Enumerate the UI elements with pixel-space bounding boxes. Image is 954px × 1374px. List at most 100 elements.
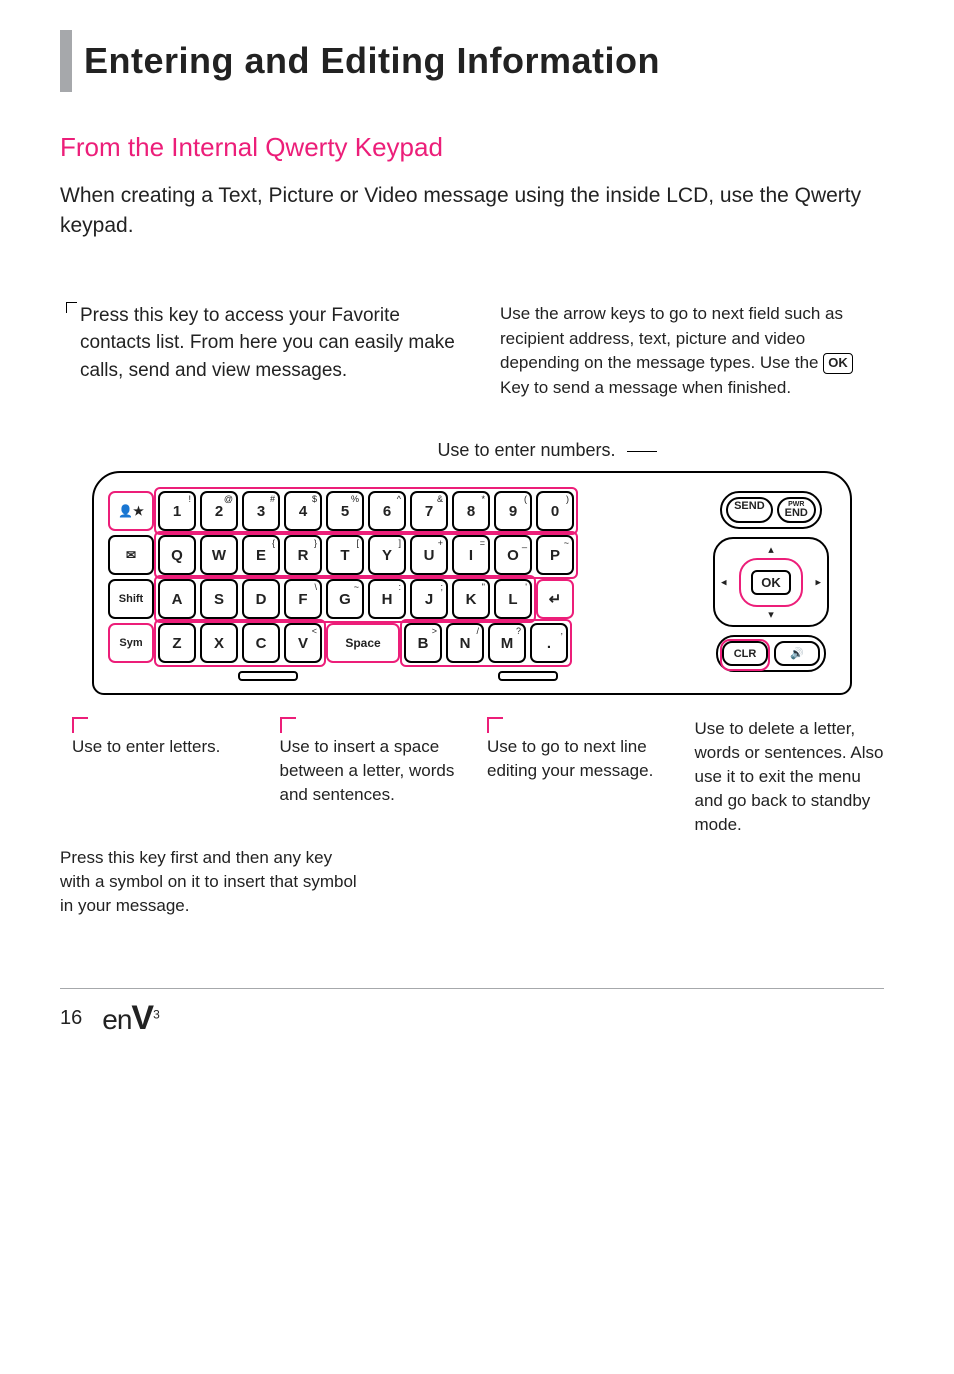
key-symbol: ! <box>188 494 191 504</box>
enter-icon: ↵ <box>549 590 562 608</box>
letter-key-f: F\ <box>284 579 322 619</box>
key-symbol: % <box>351 494 359 504</box>
key-symbol: ( <box>524 494 527 504</box>
page-title: Entering and Editing Information <box>84 40 660 82</box>
key-symbol: ) <box>566 494 569 504</box>
letter-key-n: N/ <box>446 623 484 663</box>
letter-key-h: H: <box>368 579 406 619</box>
arrow-down-icon: ▾ <box>768 608 774 621</box>
keyboard-diagram: 👤★ 1!2@3#4$5%6^7&8*9(0) ✉ QWE{R}T[Y]U+I=… <box>92 471 852 695</box>
shift-key: Shift <box>108 579 154 619</box>
number-key-1: 1! <box>158 491 196 531</box>
key-symbol: = <box>480 538 485 548</box>
page-footer: 16 enV3 <box>60 988 884 1038</box>
favorites-key: 👤★ <box>108 491 154 531</box>
letter-key-v: V< <box>284 623 322 663</box>
clr-callout: Use to delete a letter, words or sentenc… <box>695 719 884 833</box>
person-star-icon: 👤★ <box>118 504 144 518</box>
clr-speaker-cluster: CLR 🔊 <box>716 635 826 672</box>
letter-key-e: E{ <box>242 535 280 575</box>
speaker-icon: 🔊 <box>790 647 804 660</box>
send-end-cluster: SEND PWR END <box>720 491 822 529</box>
letter-key-k: K" <box>452 579 490 619</box>
key-symbol: + <box>438 538 443 548</box>
letter-key-.: ., <box>530 623 568 663</box>
arrows-callout-pre: Use the arrow keys to go to next field s… <box>500 304 843 372</box>
section-subheading: From the Internal Qwerty Keypad <box>60 132 884 163</box>
space-key: Space <box>326 623 400 663</box>
leader-line-icon <box>627 451 657 452</box>
keyboard-nub <box>238 671 298 681</box>
space-callout: Use to insert a space between a letter, … <box>280 737 455 804</box>
numbers-callout: Use to enter numbers. <box>60 440 884 461</box>
callout-hook-icon <box>66 302 77 313</box>
key-symbol: @ <box>224 494 233 504</box>
letters-callout: Use to enter letters. <box>72 737 220 756</box>
letter-key-q: Q <box>158 535 196 575</box>
key-symbol: , <box>560 626 563 636</box>
letter-key-z: Z <box>158 623 196 663</box>
key-symbol: } <box>314 538 317 548</box>
page-heading-block: Entering and Editing Information <box>60 30 884 92</box>
heading-accent-bar <box>60 30 72 92</box>
key-symbol: ~ <box>564 538 569 548</box>
key-symbol: { <box>272 538 275 548</box>
number-key-9: 9( <box>494 491 532 531</box>
letter-key-a: A <box>158 579 196 619</box>
navigation-pad: OK ▴ ▾ ◂ ▸ <box>713 537 829 627</box>
letter-key-m: M? <box>488 623 526 663</box>
space-label: Space <box>345 636 380 650</box>
logo-suffix: 3 <box>153 1007 159 1021</box>
number-key-4: 4$ <box>284 491 322 531</box>
callout-hook-icon <box>280 717 296 733</box>
letter-key-x: X <box>200 623 238 663</box>
send-key: SEND <box>726 497 773 523</box>
letter-key-b: B> <box>404 623 442 663</box>
letter-key-u: U+ <box>410 535 448 575</box>
letter-key-l: L' <box>494 579 532 619</box>
key-symbol: _ <box>522 538 527 548</box>
letter-key-s: S <box>200 579 238 619</box>
ok-key: OK <box>751 570 791 595</box>
key-symbol: * <box>481 494 485 504</box>
numbers-callout-text: Use to enter numbers. <box>437 440 615 460</box>
key-symbol: ' <box>525 582 527 592</box>
sym-callout: Press this key first and then any key wi… <box>60 846 360 917</box>
key-symbol: ~ <box>354 582 359 592</box>
bottom-callouts-row: Use to enter letters. Use to insert a sp… <box>60 711 884 836</box>
letter-key-r: R} <box>284 535 322 575</box>
key-symbol: > <box>432 626 437 636</box>
letter-key-p: P~ <box>536 535 574 575</box>
number-key-2: 2@ <box>200 491 238 531</box>
logo-v: V <box>131 999 153 1037</box>
key-symbol: ^ <box>397 494 401 504</box>
top-callouts-row: Press this key to access your Favorite c… <box>60 302 884 401</box>
envelope-icon: ✉ <box>126 548 136 562</box>
device-logo: enV3 <box>102 999 159 1038</box>
key-symbol: : <box>398 582 401 592</box>
nextline-callout: Use to go to next line editing your mess… <box>487 737 653 780</box>
arrow-left-icon: ◂ <box>721 576 727 589</box>
callout-hook-icon <box>72 717 88 733</box>
key-symbol: / <box>476 626 479 636</box>
letter-key-d: D <box>242 579 280 619</box>
callout-hook-icon <box>487 717 503 733</box>
key-symbol: ; <box>440 582 443 592</box>
number-key-6: 6^ <box>368 491 406 531</box>
favorites-callout: Press this key to access your Favorite c… <box>80 305 455 381</box>
enter-key: ↵ <box>536 579 574 619</box>
arrow-right-icon: ▸ <box>815 576 821 589</box>
key-symbol: $ <box>312 494 317 504</box>
end-label: END <box>785 508 808 519</box>
key-symbol: < <box>312 626 317 636</box>
key-symbol: & <box>437 494 443 504</box>
keyboard-nub <box>498 671 558 681</box>
number-key-8: 8* <box>452 491 490 531</box>
number-key-0: 0) <box>536 491 574 531</box>
key-symbol: \ <box>314 582 317 592</box>
arrow-up-icon: ▴ <box>768 543 774 556</box>
key-symbol: # <box>270 494 275 504</box>
key-symbol: ? <box>516 626 521 636</box>
letter-key-w: W <box>200 535 238 575</box>
messaging-key: ✉ <box>108 535 154 575</box>
